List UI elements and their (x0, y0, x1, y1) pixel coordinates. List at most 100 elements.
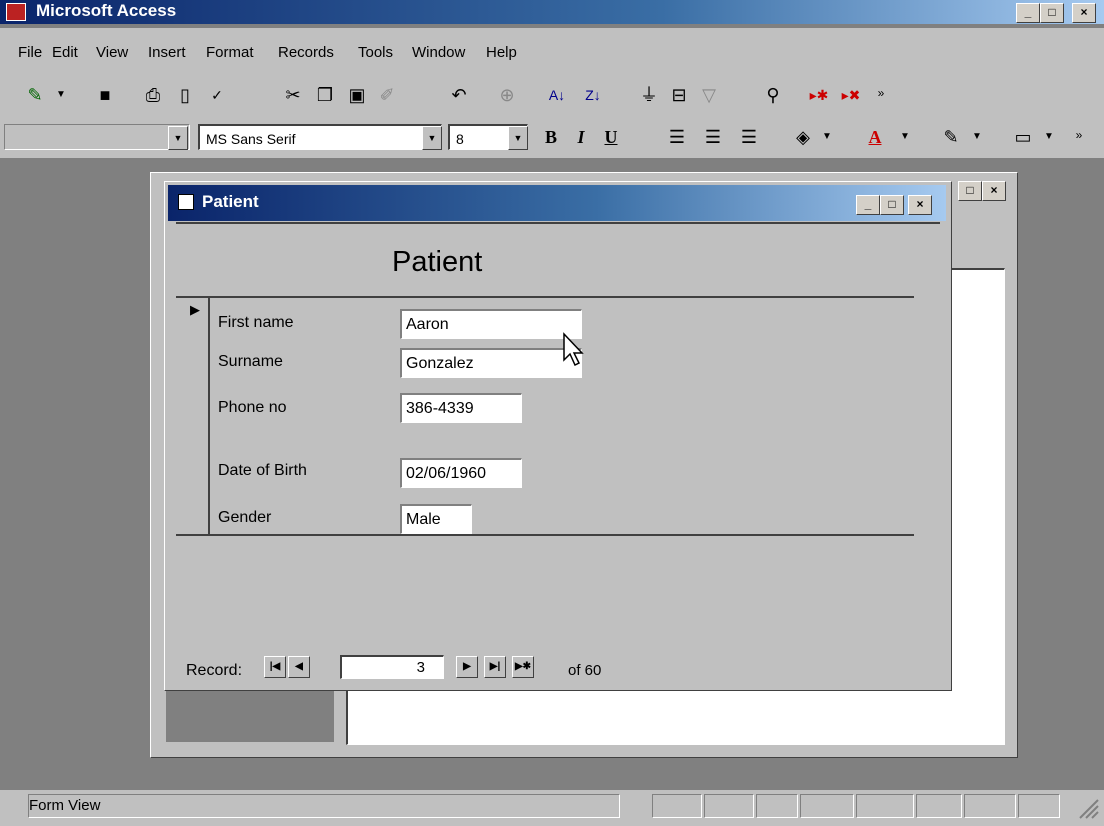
input-first-name[interactable]: Aaron (400, 309, 582, 339)
menu-bar: File Edit View Insert Format Records Too… (0, 28, 1104, 76)
menu-format[interactable]: Format (206, 44, 254, 61)
menu-edit[interactable]: Edit (52, 44, 78, 61)
input-gender[interactable]: Male (400, 504, 472, 534)
align-right-icon[interactable]: ☰ (736, 124, 762, 150)
status-panel-5 (856, 794, 914, 818)
menu-records[interactable]: Records (278, 44, 334, 61)
form-heading: Patient (392, 246, 483, 278)
font-size-dropdown-icon[interactable]: ▼ (508, 126, 528, 150)
sort-ascending-icon[interactable]: A↓ (544, 82, 570, 108)
status-panel-8 (1018, 794, 1060, 818)
formatting-toolbar: ▼ MS Sans Serif ▼ 8 ▼ B I U ☰ ☰ ☰ ◈ ▼ A … (0, 116, 1104, 159)
cut-icon[interactable]: ✂ (280, 82, 306, 108)
print-preview-icon[interactable]: ▯ (172, 82, 198, 108)
fill-color-dropdown-icon[interactable]: ▼ (814, 124, 840, 150)
hyperlink-icon[interactable]: ⊕ (494, 82, 520, 108)
border-width-icon[interactable]: ▭ (1010, 124, 1036, 150)
last-record-icon[interactable]: ▶| (484, 656, 506, 678)
object-dropdown-icon[interactable]: ▼ (168, 126, 188, 150)
new-record-icon[interactable]: ▸✱ (806, 82, 832, 108)
input-surname[interactable]: Gonzalez (400, 348, 582, 378)
label-phone-no: Phone no (218, 399, 287, 416)
status-panel-2 (704, 794, 754, 818)
find-icon[interactable]: ⚲ (760, 82, 786, 108)
view-dropdown-icon[interactable]: ▼ (48, 82, 74, 108)
line-color-icon[interactable]: ✎ (938, 124, 964, 150)
align-center-icon[interactable]: ☰ (700, 124, 726, 150)
fill-color-icon[interactable]: ◈ (790, 124, 816, 150)
previous-record-icon[interactable]: ◀ (288, 656, 310, 678)
form-view-toolbar: ✎ ▼ ■ ⎙ ▯ ✓ ✂ ❐ ▣ ✐ ↶ ⊕ A↓ Z↓ ⏚ ⊟ ▽ ⚲ ▸✱… (0, 76, 1104, 116)
background-window-close-icon[interactable]: × (982, 181, 1006, 201)
input-phone-no[interactable]: 386-4339 (400, 393, 522, 423)
resize-grip-icon[interactable] (1076, 796, 1100, 820)
menu-window[interactable]: Window (412, 44, 465, 61)
paste-icon[interactable]: ▣ (344, 82, 370, 108)
view-icon[interactable]: ✎ (22, 82, 48, 108)
record-count: of 60 (568, 662, 602, 679)
label-surname: Surname (218, 353, 283, 370)
form-close-icon[interactable]: × (908, 195, 932, 215)
label-first-name: First name (218, 314, 294, 331)
bold-button[interactable]: B (538, 124, 564, 150)
filter-by-form-icon[interactable]: ⊟ (666, 82, 692, 108)
print-icon[interactable]: ⎙ (140, 82, 166, 108)
access-app-icon (6, 3, 26, 21)
more-format-buttons-icon[interactable]: » (1066, 122, 1092, 148)
italic-button[interactable]: I (568, 124, 594, 150)
label-date-of-birth: Date of Birth (218, 462, 307, 479)
menu-view[interactable]: View (96, 44, 128, 61)
status-panel-1 (652, 794, 702, 818)
border-width-dropdown-icon[interactable]: ▼ (1036, 124, 1062, 150)
underline-button[interactable]: U (598, 124, 624, 150)
app-title-bar: Microsoft Access _ □ × (0, 0, 1104, 24)
more-buttons-icon[interactable]: » (868, 80, 894, 106)
form-header-section (176, 222, 940, 298)
form-maximize-icon[interactable]: □ (880, 195, 904, 215)
status-panel-3 (756, 794, 798, 818)
format-painter-icon[interactable]: ✐ (374, 82, 400, 108)
line-color-dropdown-icon[interactable]: ▼ (964, 124, 990, 150)
status-panel-7 (964, 794, 1016, 818)
first-record-icon[interactable]: |◀ (264, 656, 286, 678)
patient-form-window-title: Patient (202, 192, 259, 211)
input-date-of-birth[interactable]: 02/06/1960 (400, 458, 522, 488)
spelling-icon[interactable]: ✓ (204, 82, 230, 108)
minimize-app-icon[interactable]: _ (1016, 3, 1040, 23)
record-selector[interactable] (176, 298, 210, 534)
font-name-combo[interactable]: MS Sans Serif (198, 124, 442, 150)
save-icon[interactable]: ■ (92, 82, 118, 108)
copy-icon[interactable]: ❐ (312, 82, 338, 108)
undo-icon[interactable]: ↶ (446, 82, 472, 108)
next-record-icon[interactable]: ▶ (456, 656, 478, 678)
status-panel-4 (800, 794, 854, 818)
background-window-panel (166, 688, 334, 742)
patient-form-body: Patient ▶ (176, 222, 940, 654)
delete-record-icon[interactable]: ▸✖ (838, 82, 864, 108)
label-gender: Gender (218, 509, 272, 526)
font-color-icon[interactable]: A (862, 124, 888, 150)
object-combo[interactable] (4, 124, 190, 150)
form-icon (178, 194, 194, 210)
font-color-dropdown-icon[interactable]: ▼ (892, 124, 918, 150)
menu-file[interactable]: File (18, 44, 42, 61)
sort-descending-icon[interactable]: Z↓ (580, 82, 606, 108)
apply-filter-icon[interactable]: ▽ (696, 82, 722, 108)
font-name-dropdown-icon[interactable]: ▼ (422, 126, 442, 150)
menu-tools[interactable]: Tools (358, 44, 393, 61)
app-title: Microsoft Access (36, 1, 177, 20)
record-nav-label: Record: (186, 662, 243, 679)
status-panel-6 (916, 794, 962, 818)
current-record-number[interactable]: 3 (340, 655, 444, 679)
maximize-app-icon[interactable]: □ (1040, 3, 1064, 23)
close-app-icon[interactable]: × (1072, 3, 1096, 23)
detail-divider-top (176, 296, 914, 298)
menu-insert[interactable]: Insert (148, 44, 186, 61)
new-record-nav-icon[interactable]: ▶✱ (512, 656, 534, 678)
background-window-maximize-icon[interactable]: □ (958, 181, 982, 201)
form-minimize-icon[interactable]: _ (856, 195, 880, 215)
menu-help[interactable]: Help (486, 44, 517, 61)
status-bar: Form View (0, 790, 1104, 826)
filter-by-selection-icon[interactable]: ⏚ (636, 82, 662, 108)
align-left-icon[interactable]: ☰ (664, 124, 690, 150)
